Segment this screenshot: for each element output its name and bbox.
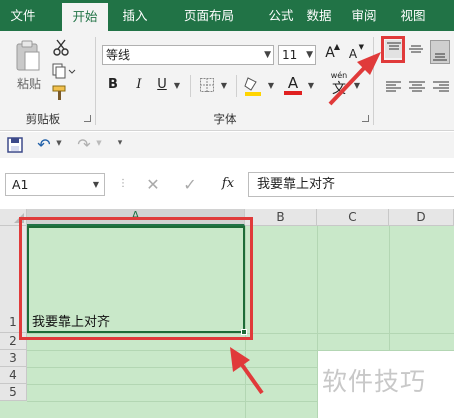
arrow-to-cell: [230, 347, 264, 395]
arrow-to-top-align: [328, 52, 381, 106]
annotation-arrows: [230, 52, 381, 395]
